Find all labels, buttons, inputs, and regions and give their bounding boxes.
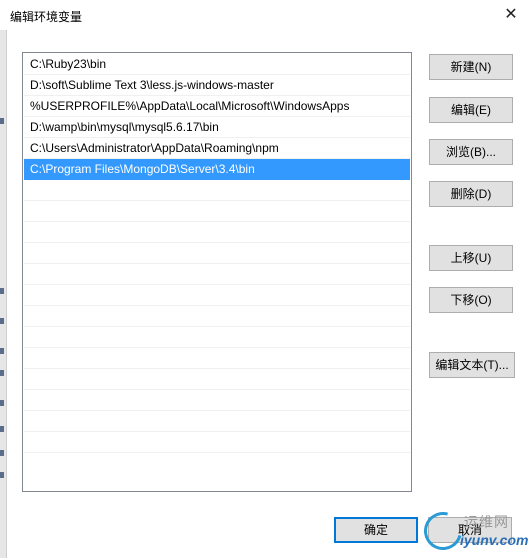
move-down-button[interactable]: 下移(O) — [429, 287, 513, 313]
edge-mark — [0, 450, 4, 456]
empty-list-row[interactable] — [24, 432, 410, 453]
delete-button[interactable]: 删除(D) — [429, 181, 513, 207]
empty-list-row[interactable] — [24, 369, 410, 390]
edge-mark — [0, 370, 4, 376]
empty-list-row[interactable] — [24, 264, 410, 285]
title-bar[interactable]: 编辑环境变量 ✕ — [0, 0, 528, 30]
path-list-item[interactable]: C:\Ruby23\bin — [24, 54, 410, 75]
empty-list-row[interactable] — [24, 306, 410, 327]
empty-list-row[interactable] — [24, 285, 410, 306]
empty-list-row[interactable] — [24, 327, 410, 348]
move-up-button[interactable]: 上移(U) — [429, 245, 513, 271]
edge-mark — [0, 118, 4, 124]
edge-mark — [0, 318, 4, 324]
edge-mark — [0, 400, 4, 406]
path-list-item[interactable]: D:\soft\Sublime Text 3\less.js-windows-m… — [24, 75, 410, 96]
path-list-item[interactable]: D:\wamp\bin\mysql\mysql5.6.17\bin — [24, 117, 410, 138]
new-button[interactable]: 新建(N) — [429, 54, 513, 80]
watermark-url: iyunv.com — [460, 532, 528, 548]
edit-button[interactable]: 编辑(E) — [429, 97, 513, 123]
empty-list-row[interactable] — [24, 201, 410, 222]
watermark-logo-icon — [417, 505, 469, 557]
empty-list-row[interactable] — [24, 222, 410, 243]
path-list[interactable]: C:\Ruby23\bin D:\soft\Sublime Text 3\less… — [22, 52, 412, 492]
watermark-text: 运维网 — [464, 514, 509, 530]
edit-env-var-dialog: 编辑环境变量 ✕ C:\Ruby23\bin D:\soft\Sublime Te… — [0, 0, 528, 558]
empty-list-row[interactable] — [24, 411, 410, 432]
empty-list-row[interactable] — [24, 243, 410, 264]
edge-mark — [0, 472, 4, 478]
path-list-item[interactable]: C:\Users\Administrator\AppData\Roaming\n… — [24, 138, 410, 159]
window-title: 编辑环境变量 — [10, 10, 83, 24]
ok-button[interactable]: 确定 — [334, 517, 418, 543]
empty-list-row[interactable] — [24, 180, 410, 201]
path-list-item[interactable]: C:\Program Files\MongoDB\Server\3.4\bin — [24, 159, 410, 180]
empty-list-row[interactable] — [24, 390, 410, 411]
background-window-edge — [0, 30, 7, 558]
edge-mark — [0, 288, 4, 294]
edge-mark — [0, 348, 4, 354]
path-list-item[interactable]: %USERPROFILE%\AppData\Local\Microsoft\Wi… — [24, 96, 410, 117]
watermark: 运维网 iyunv.com — [417, 505, 528, 557]
browse-button[interactable]: 浏览(B)... — [429, 139, 513, 165]
close-icon[interactable]: ✕ — [494, 1, 528, 29]
edge-mark — [0, 426, 4, 432]
edit-text-button[interactable]: 编辑文本(T)... — [429, 352, 515, 378]
empty-list-row[interactable] — [24, 348, 410, 369]
